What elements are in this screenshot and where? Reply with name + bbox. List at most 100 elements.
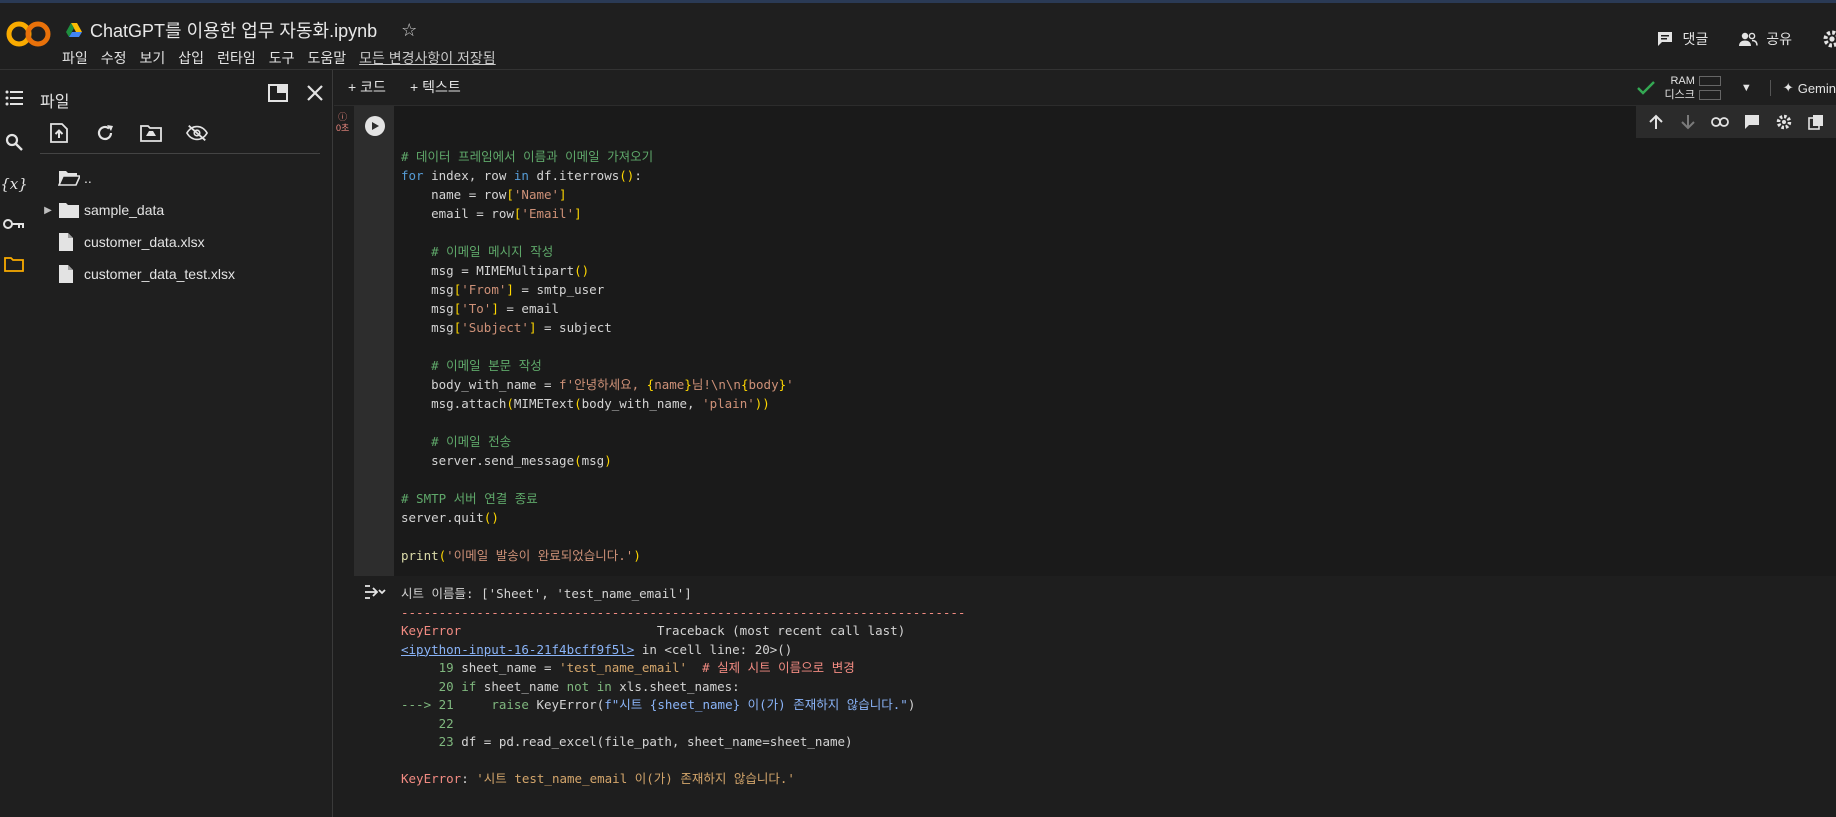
search-icon[interactable] — [2, 130, 26, 154]
gear-icon — [1823, 30, 1836, 48]
comment-icon[interactable] — [1742, 112, 1762, 132]
divider — [40, 153, 320, 154]
code-line: # 이메일 본문 작성 — [401, 358, 542, 373]
traceback-line: 19 sheet_name = 'test_name_email' # 실제 시… — [401, 660, 855, 675]
traceback-line: 20 if sheet_name not in xls.sheet_names: — [401, 678, 740, 694]
traceback-line: ---> 21 raise KeyError(f"시트 {sheet_name}… — [401, 697, 916, 712]
variables-icon[interactable]: {x} — [0, 172, 28, 196]
code-editor[interactable]: # 데이터 프레임에서 이름과 이메일 가져오기 for index, row i… — [394, 106, 1836, 576]
toc-icon[interactable] — [2, 86, 26, 110]
tree-item-label: customer_data_test.xlsx — [84, 266, 235, 282]
execution-time: 0초 — [336, 123, 350, 133]
tree-item-customer-data-test[interactable]: customer_data_test.xlsx — [38, 258, 328, 290]
code-line: msg['To'] = email — [401, 301, 560, 316]
line-number: 19 — [401, 660, 462, 675]
upload-file-icon[interactable] — [48, 122, 70, 144]
google-drive-icon — [66, 23, 82, 37]
ram-label: RAM — [1670, 75, 1695, 87]
menu-runtime[interactable]: 런타임 — [217, 48, 256, 68]
mount-drive-icon[interactable] — [140, 122, 162, 144]
cell-gutter — [334, 106, 354, 817]
share-button[interactable]: 공유 — [1738, 29, 1792, 49]
code-line: # 이메일 메시지 작성 — [401, 244, 554, 259]
line-number: 20 — [401, 678, 462, 694]
chevron-down-icon[interactable]: ▼ — [1741, 82, 1752, 94]
menu-insert[interactable]: 삽입 — [178, 48, 204, 68]
folder-icon[interactable] — [2, 252, 26, 276]
code-line: msg['From'] = smtp_user — [401, 282, 605, 297]
code-line: msg['Subject'] = subject — [401, 320, 612, 335]
final-error: KeyError: '시트 test_name_email 이(가) 존재하지 … — [401, 771, 795, 786]
file-icon — [58, 264, 84, 284]
star-icon[interactable]: ☆ — [401, 20, 417, 41]
expand-caret-icon[interactable]: ▶ — [38, 205, 58, 216]
saved-status[interactable]: 모든 변경사항이 저장됨 — [359, 48, 496, 68]
move-down-icon[interactable] — [1678, 112, 1698, 132]
settings-button[interactable] — [1822, 29, 1836, 49]
line-number: 23 — [401, 734, 462, 749]
menu-tools[interactable]: 도구 — [269, 48, 295, 68]
hide-files-icon[interactable] — [186, 122, 208, 144]
gemini-button[interactable]: ✦ Gemin — [1769, 80, 1836, 96]
code-line: email = row['Email'] — [401, 206, 582, 221]
file-tree: .. ▶ sample_data customer_data.xlsx cust… — [38, 162, 328, 290]
disk-label: 디스크 — [1664, 89, 1695, 101]
tree-item-parent[interactable]: .. — [38, 162, 328, 194]
disk-bar — [1698, 90, 1721, 100]
menu-edit[interactable]: 수정 — [101, 48, 127, 68]
traceback-header: KeyError Traceback (most recent call las… — [401, 622, 1836, 641]
add-code-button[interactable]: + 코드 — [348, 77, 386, 97]
traceback-line: 22 — [401, 715, 1836, 734]
menu-view[interactable]: 보기 — [140, 48, 166, 68]
resource-monitor[interactable]: RAM 디스크 — [1665, 74, 1721, 102]
comment-button[interactable]: 댓글 — [1656, 29, 1708, 49]
colab-logo[interactable] — [6, 19, 52, 49]
mirror-cell-icon[interactable] — [1806, 112, 1826, 132]
tree-item-label: sample_data — [84, 202, 165, 218]
folder-open-icon — [58, 170, 84, 186]
code-line: print('이메일 발송이 완료되었습니다.') — [401, 548, 641, 563]
notebook-title-text[interactable]: ChatGPT를 이용한 업무 자동화.ipynb — [90, 17, 377, 43]
cell-left-bar — [354, 106, 394, 576]
ram-bar — [1698, 76, 1721, 86]
sparkle-icon: ✦ — [1782, 80, 1794, 95]
move-up-icon[interactable] — [1646, 112, 1666, 132]
traceback-label: Traceback (most recent call last) — [656, 623, 906, 638]
tree-item-customer-data[interactable]: customer_data.xlsx — [38, 226, 328, 258]
file-panel-actions — [268, 84, 324, 102]
open-in-tab-icon[interactable] — [268, 84, 288, 102]
ipython-input-link[interactable]: <ipython-input-16-21f4bcff9f5l> — [401, 642, 634, 657]
close-icon[interactable] — [306, 84, 324, 102]
menu-file[interactable]: 파일 — [62, 48, 88, 68]
notebook-title[interactable]: ChatGPT를 이용한 업무 자동화.ipynb ☆ — [66, 17, 417, 43]
runtime-status: RAM 디스크 ▼ ✦ Gemin — [1636, 74, 1836, 102]
code-line: msg.attach(MIMEText(body_with_name, 'pla… — [401, 396, 770, 411]
file-panel: 파일 .. ▶ sample_data customer_data.xlsx c… — [28, 70, 333, 817]
code-line: # SMTP 서버 연결 종료 — [401, 491, 538, 506]
run-cell-button[interactable] — [365, 116, 385, 136]
output-divider: ----------------------------------------… — [401, 604, 966, 620]
cell-toolbar — [1636, 106, 1836, 138]
code-line: # 데이터 프레임에서 이름과 이메일 가져오기 — [401, 149, 654, 164]
gear-icon[interactable] — [1774, 112, 1794, 132]
link-icon[interactable] — [1710, 112, 1730, 132]
code-line: name = row['Name'] — [401, 187, 567, 202]
in-cell-text: in <cell line: 20>() — [634, 641, 793, 657]
execution-status: ⓘ 0초 — [336, 112, 349, 134]
output-actions-icon[interactable] — [364, 584, 386, 605]
refresh-icon[interactable] — [94, 122, 116, 144]
tree-item-sample-data[interactable]: ▶ sample_data — [38, 194, 328, 226]
code-line: server.quit() — [401, 510, 499, 525]
add-text-button[interactable]: + 텍스트 — [410, 77, 461, 97]
menu-help[interactable]: 도움말 — [307, 48, 346, 68]
play-icon — [372, 122, 379, 130]
code-line: server.send_message(msg) — [401, 453, 612, 468]
output-left-bar — [354, 576, 394, 817]
header-actions: 댓글 공유 — [1656, 29, 1836, 49]
key-icon[interactable] — [2, 212, 26, 236]
